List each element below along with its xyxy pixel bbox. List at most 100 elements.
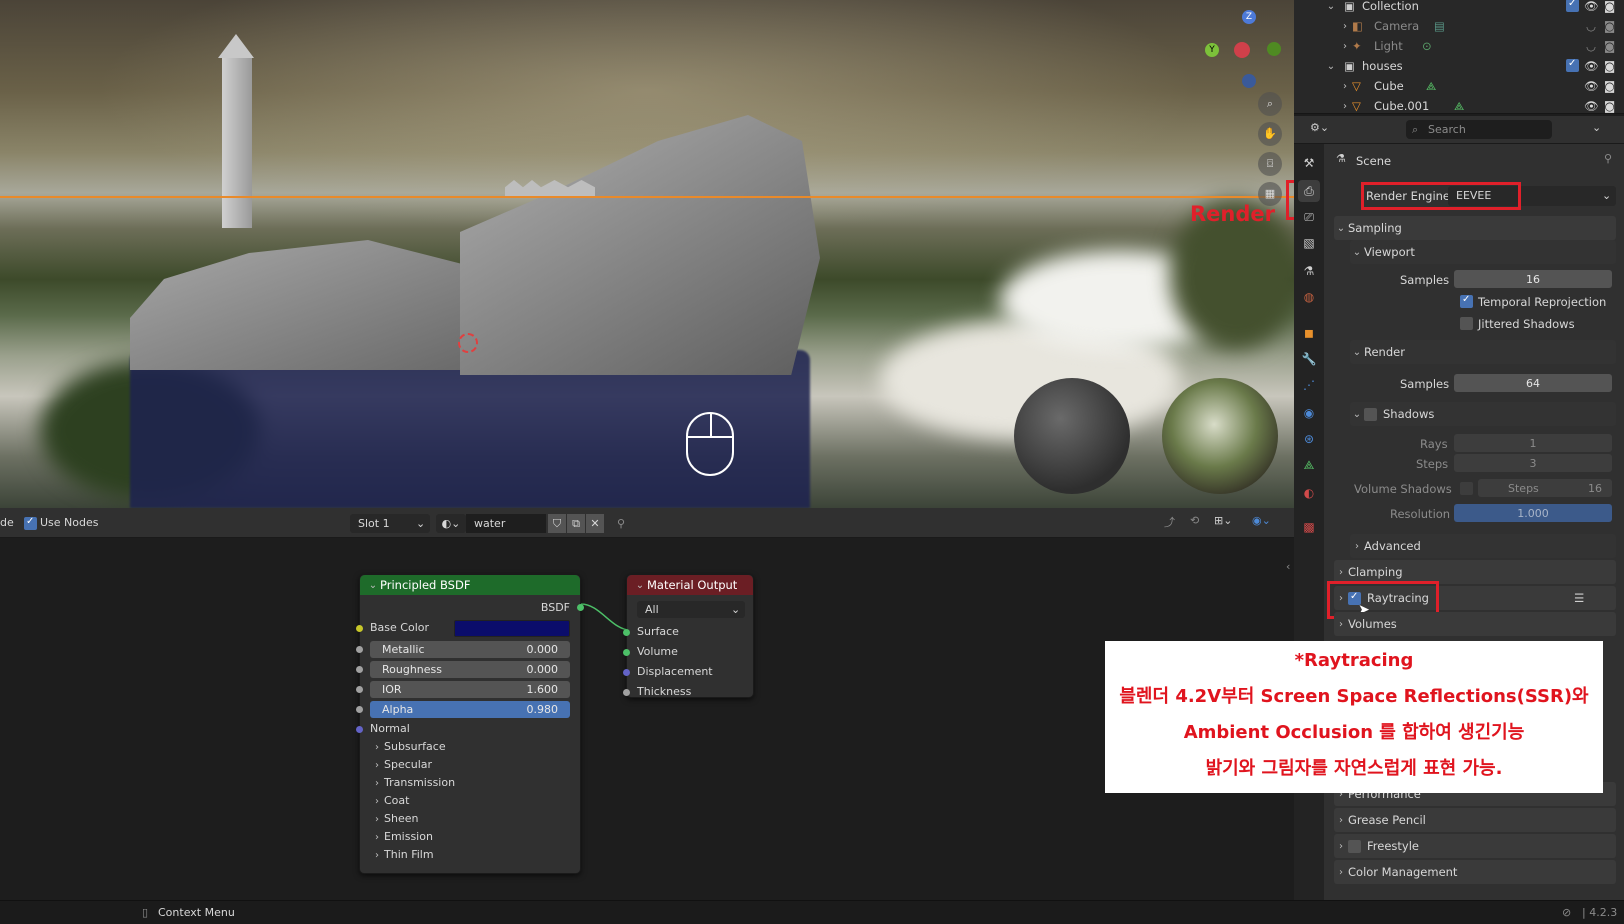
zoom-icon[interactable]: ⌕	[1258, 92, 1282, 116]
data-tab-icon[interactable]: ⟁	[1298, 454, 1320, 476]
shadows-checkbox[interactable]	[1364, 407, 1377, 421]
displacement-socket[interactable]	[623, 669, 630, 676]
eye-icon[interactable]: 👁	[1584, 59, 1599, 73]
principled-bsdf-node[interactable]: ⌄ Principled BSDF BSDF Base Color Metalli…	[356, 574, 584, 874]
subsurface-section[interactable]: › Subsurface	[370, 740, 446, 753]
outliner[interactable]: ⌄ ▣ Collection 👁 ◙ › ◧ Camera ▤ ◡ ◙ › ✦ …	[1294, 0, 1624, 114]
camera-render-icon[interactable]: ◙	[1604, 59, 1615, 73]
ior-socket[interactable]	[356, 686, 363, 693]
editor-mode-label[interactable]: de	[0, 516, 14, 529]
unlink-icon[interactable]: ✕	[586, 514, 604, 533]
sheen-section[interactable]: › Sheen	[370, 812, 418, 825]
rays-field[interactable]: 1	[1454, 434, 1612, 452]
fake-user-icon[interactable]: ⛉	[548, 514, 566, 533]
freestyle-panel-header[interactable]: › Freestyle	[1334, 834, 1616, 858]
camera-render-icon[interactable]: ◙	[1604, 99, 1615, 113]
grease-pencil-panel-header[interactable]: › Grease Pencil	[1334, 808, 1616, 832]
snap-icon[interactable]: ⟲	[1190, 514, 1210, 533]
jittered-shadows-checkbox[interactable]	[1460, 317, 1473, 330]
camera-render-icon[interactable]: ◙	[1604, 79, 1615, 93]
gizmo-y-axis[interactable]: Y	[1205, 43, 1219, 57]
outliner-row-cube-001[interactable]: › ▽ Cube.001 ⟁ 👁 ◙	[1294, 96, 1624, 116]
node-header[interactable]: ⌄ Material Output	[627, 575, 753, 595]
alpha-socket[interactable]	[356, 706, 363, 713]
exclude-checkbox[interactable]	[1566, 0, 1579, 12]
output-tab-icon[interactable]: ⎚	[1298, 206, 1320, 228]
volumes-panel-header[interactable]: › Volumes	[1334, 612, 1616, 636]
normal-socket[interactable]	[356, 726, 363, 733]
scene-tab-icon[interactable]: ⚗	[1298, 260, 1320, 282]
gizmo-z-axis[interactable]: Z	[1242, 10, 1256, 24]
ior-field[interactable]: IOR 1.600	[370, 681, 570, 698]
material-tab-icon[interactable]: ◐	[1298, 482, 1320, 504]
sidebar-toggle-icon[interactable]: ‹	[1286, 560, 1290, 573]
outliner-row-houses[interactable]: ⌄ ▣ houses 👁 ◙	[1294, 56, 1624, 76]
specular-section[interactable]: › Specular	[370, 758, 432, 771]
pin-icon[interactable]: ⚲	[612, 514, 630, 533]
gizmo-x-axis[interactable]	[1234, 42, 1250, 58]
volume-steps-field[interactable]: Steps 16	[1478, 479, 1612, 497]
emission-section[interactable]: › Emission	[370, 830, 433, 843]
roughness-field[interactable]: Roughness 0.000	[370, 661, 570, 678]
camera-render-icon[interactable]: ◙	[1604, 0, 1615, 13]
physics-tab-icon[interactable]: ◉	[1298, 402, 1320, 424]
eye-hidden-icon[interactable]: ◡	[1586, 39, 1596, 53]
base-color-swatch[interactable]	[454, 620, 570, 637]
hand-icon[interactable]: ✋	[1258, 122, 1282, 146]
duplicate-icon[interactable]: ⧉	[567, 514, 585, 533]
node-canvas[interactable]: ‹ ⌄ Principled BSDF BSDF Base Color Metal…	[0, 538, 1294, 896]
bsdf-output-socket[interactable]	[577, 604, 584, 611]
modifier-tab-icon[interactable]: 🔧	[1298, 348, 1320, 370]
constraints-tab-icon[interactable]: ⊛	[1298, 428, 1320, 450]
exclude-checkbox[interactable]	[1566, 58, 1579, 72]
thin-film-section[interactable]: › Thin Film	[370, 848, 434, 861]
particles-tab-icon[interactable]: ⋰	[1298, 374, 1320, 396]
alpha-field[interactable]: Alpha 0.980	[370, 701, 570, 718]
material-output-node[interactable]: ⌄ Material Output All ⌄ Surface Volume Di…	[623, 574, 754, 698]
texture-tab-icon[interactable]: ▩	[1298, 516, 1320, 538]
render-samples-field[interactable]: 64	[1454, 374, 1612, 392]
render-tab-icon[interactable]: ⎙	[1298, 180, 1320, 202]
camera-render-icon[interactable]: ◙	[1604, 39, 1615, 53]
color-management-panel-header[interactable]: › Color Management	[1334, 860, 1616, 884]
list-options-icon[interactable]: ☰	[1574, 591, 1584, 605]
base-color-socket[interactable]	[356, 625, 363, 632]
outliner-row-light[interactable]: › ✦ Light ⊙ ◡ ◙	[1294, 36, 1624, 56]
outliner-row-cube[interactable]: › ▽ Cube ⟁ 👁 ◙	[1294, 76, 1624, 96]
metallic-socket[interactable]	[356, 646, 363, 653]
viewport-samples-field[interactable]: 16	[1454, 270, 1612, 288]
editor-type-icon[interactable]: ⚙⌄	[1310, 121, 1340, 139]
pin-icon[interactable]: ⚲	[1604, 152, 1612, 165]
gizmo-neg-z-axis[interactable]	[1242, 74, 1256, 88]
coat-section[interactable]: › Coat	[370, 794, 409, 807]
outliner-row-camera[interactable]: › ◧ Camera ▤ ◡ ◙	[1294, 16, 1624, 36]
metallic-field[interactable]: Metallic 0.000	[370, 641, 570, 658]
3d-viewport[interactable]: Z Y ⌕ ✋ ⌼ ▦ Render	[0, 0, 1294, 508]
target-dropdown[interactable]: All ⌄	[637, 601, 745, 618]
freestyle-checkbox[interactable]	[1348, 839, 1361, 853]
steps-field[interactable]: 3	[1454, 454, 1612, 472]
eye-hidden-icon[interactable]: ◡	[1586, 19, 1596, 33]
surface-socket[interactable]	[623, 629, 630, 636]
node-header[interactable]: ⌄ Principled BSDF	[360, 575, 580, 595]
gizmo-neg-y-axis[interactable]	[1267, 42, 1281, 56]
viewport-subpanel-header[interactable]: ⌄ Viewport	[1350, 240, 1616, 264]
material-name-field[interactable]: water	[466, 514, 546, 533]
search-input[interactable]: ⌕ Search	[1406, 120, 1552, 139]
thickness-socket[interactable]	[623, 689, 630, 696]
shadows-subpanel-header[interactable]: ⌄ Shadows	[1350, 402, 1616, 426]
tool-tab-icon[interactable]: ⚒	[1298, 152, 1320, 174]
material-browse-icon[interactable]: ◐⌄	[436, 514, 466, 533]
outliner-row-collection[interactable]: ⌄ ▣ Collection 👁 ◙	[1294, 0, 1624, 16]
resolution-slider[interactable]: 1.000	[1454, 504, 1612, 522]
roughness-socket[interactable]	[356, 666, 363, 673]
transmission-section[interactable]: › Transmission	[370, 776, 455, 789]
camera-render-icon[interactable]: ◙	[1604, 19, 1615, 33]
slot-dropdown[interactable]: Slot 1 ⌄	[350, 514, 430, 533]
overlays-icon[interactable]: ◉⌄	[1252, 514, 1292, 533]
parent-node-tree-icon[interactable]: ⤴	[1164, 514, 1184, 533]
temporal-reprojection-checkbox[interactable]	[1460, 294, 1473, 308]
camera-icon[interactable]: ⌼	[1258, 152, 1282, 176]
eye-icon[interactable]: 👁	[1584, 0, 1599, 13]
object-tab-icon[interactable]: ◼	[1298, 322, 1320, 344]
